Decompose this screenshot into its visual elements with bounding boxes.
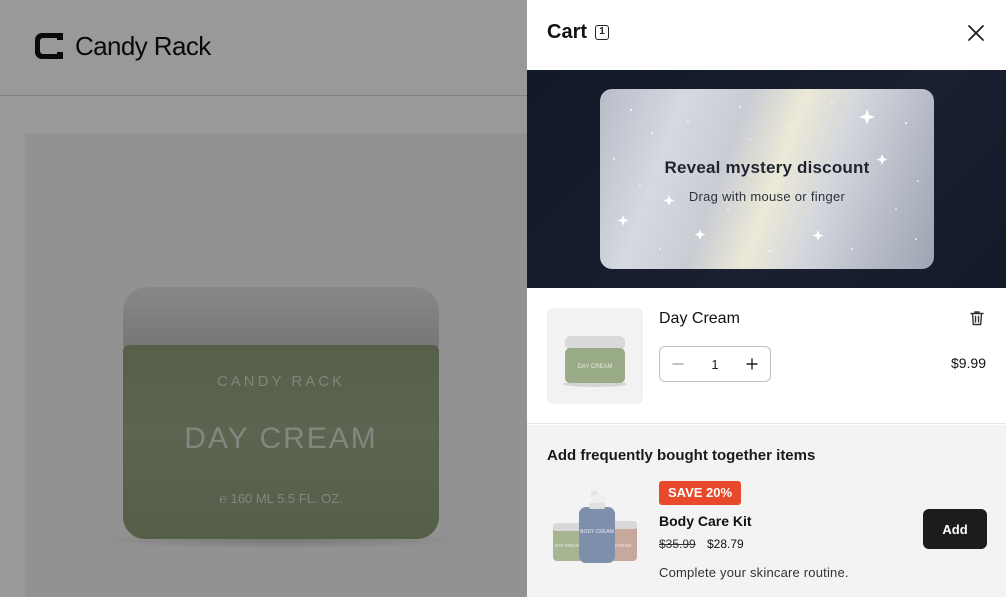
cart-header: Cart 1 <box>527 0 1006 70</box>
product-name[interactable]: Day Cream <box>659 310 740 328</box>
svg-text:CREAM: CREAM <box>615 543 632 548</box>
upsell-price: $28.79 <box>707 537 744 551</box>
plus-icon <box>746 358 758 370</box>
day-cream-jar-icon: DAY CREAM <box>563 336 627 387</box>
cart-drawer: Cart 1 Reveal mystery discount Drag with… <box>527 0 1006 597</box>
line-item-price: $9.99 <box>950 355 986 371</box>
upsell-product-name[interactable]: Body Care Kit <box>659 513 752 529</box>
scratch-card-title: Reveal mystery discount <box>664 158 870 177</box>
mystery-discount-banner: Reveal mystery discount Drag with mouse … <box>527 70 1006 288</box>
scratch-card[interactable]: Reveal mystery discount Drag with mouse … <box>600 89 934 269</box>
quantity-input[interactable] <box>696 347 734 381</box>
product-thumbnail[interactable]: DAY CREAM <box>547 308 643 404</box>
quantity-stepper <box>659 346 771 382</box>
svg-text:DAY CREAM: DAY CREAM <box>577 364 612 370</box>
upsell-section: Add frequently bought together items DAY… <box>527 425 1006 597</box>
minus-icon <box>672 363 684 365</box>
upsell-description: Complete your skincare routine. <box>659 565 849 580</box>
upsell-compare-price: $35.99 <box>659 537 696 551</box>
quantity-increase-button[interactable] <box>734 347 770 381</box>
add-upsell-button[interactable]: Add <box>923 509 987 549</box>
quantity-decrease-button[interactable] <box>660 347 696 381</box>
cart-count-badge: 1 <box>595 25 609 40</box>
svg-text:BODY CREAM: BODY CREAM <box>580 529 614 535</box>
cart-title: Cart <box>547 21 588 43</box>
svg-text:DAY CREAM: DAY CREAM <box>555 543 582 548</box>
close-icon[interactable] <box>965 22 987 44</box>
trash-icon[interactable] <box>968 309 986 327</box>
scratch-card-subtitle: Drag with mouse or finger <box>688 189 846 204</box>
save-badge: SAVE 20% <box>659 481 742 505</box>
upsell-title: Add frequently bought together items <box>547 447 816 464</box>
sparkles-decoration <box>613 102 919 252</box>
cart-line-item: DAY CREAM Day Cream $9.99 <box>527 288 1006 424</box>
body-care-kit-image[interactable]: DAY CREAM CREAM BODY CREAM <box>549 489 643 567</box>
